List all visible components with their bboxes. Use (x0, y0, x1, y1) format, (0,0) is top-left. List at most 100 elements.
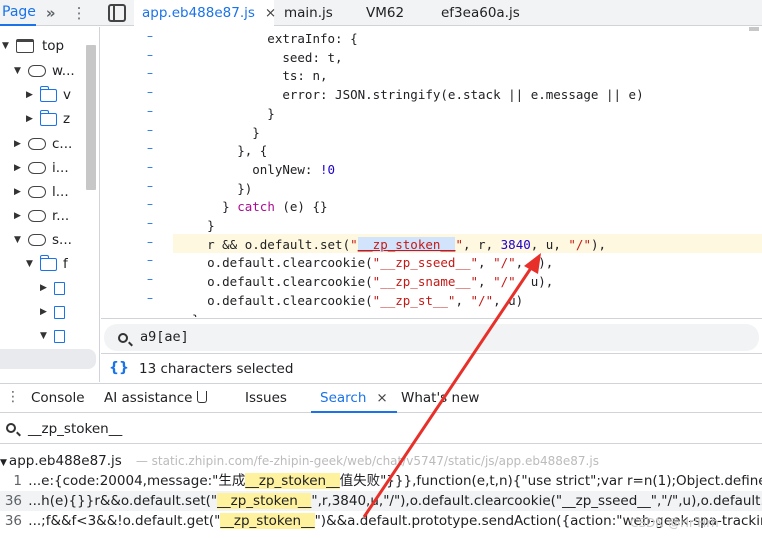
file-tab-vm62[interactable]: VM62 (366, 0, 404, 26)
tree-item-domain[interactable]: ▶ c... (14, 133, 72, 155)
tree-item-domain[interactable]: ▶ r... (14, 205, 69, 227)
folder-icon (39, 85, 57, 102)
expand-arrow-icon[interactable]: ▶ (40, 307, 50, 317)
top-tab-bar: Page » ⋮ app.eb488e87.js × main.js VM62 e… (0, 0, 762, 26)
tree-item-label: c... (52, 136, 73, 152)
code-line: o.default.clearcookie("__zp_st__", "/", … (177, 292, 524, 308)
pretty-print-icon[interactable]: {} (109, 360, 129, 376)
gutter-mark[interactable]: – (147, 291, 153, 305)
result-text: ...e:{code:20004,message:"生成 (24, 473, 246, 489)
expand-arrow-icon[interactable]: ▼ (40, 331, 50, 341)
expand-arrow-icon[interactable]: ▼ (2, 41, 12, 51)
editor-status-bar: {} 13 characters selected (101, 355, 762, 383)
tree-item-label: s... (52, 232, 72, 248)
gutter-mark[interactable]: – (147, 123, 153, 137)
expand-arrow-icon[interactable]: ▼ (14, 235, 24, 245)
gutter-mark[interactable]: – (147, 310, 153, 318)
file-tab-ef3ea60a[interactable]: ef3ea60a.js (441, 0, 520, 26)
sidebar-selected-row[interactable] (0, 349, 96, 369)
tree-item-folder[interactable]: ▶ v (26, 84, 71, 106)
gutter-mark[interactable]: – (147, 66, 153, 80)
result-file-name: app.eb488e87.js (8, 453, 122, 469)
tree-item-domain[interactable]: ▶ l... (14, 181, 69, 203)
tree-item-file[interactable]: ▼ (40, 325, 69, 347)
tab-search[interactable]: Search × (311, 384, 397, 413)
gutter-mark[interactable]: – (147, 48, 153, 62)
tab-console[interactable]: Console (31, 384, 85, 413)
tab-page[interactable]: Page (0, 0, 36, 26)
code-line: } (177, 218, 215, 233)
tree-item-domain[interactable]: ▼ w... (14, 60, 75, 82)
expand-arrow-icon[interactable]: ▶ (14, 163, 24, 173)
expand-arrow-icon[interactable]: ▶ (14, 187, 24, 197)
tree-item-domain[interactable]: ▼ s... (14, 229, 72, 251)
code-line: o.default.clearcookie("__zp_sname__", "/… (177, 274, 554, 290)
drawer-menu-icon[interactable]: ⋮ (6, 389, 20, 405)
gutter-mark[interactable]: – (147, 235, 153, 249)
gutter-mark[interactable]: – (147, 253, 153, 267)
tree-item-top[interactable]: ▼ top (2, 35, 64, 57)
more-tabs-icon[interactable]: » (46, 4, 56, 22)
code-line: r && o.default.set("__zp_stoken__", r, 3… (177, 236, 607, 252)
tree-item-file[interactable]: ▶ (40, 301, 69, 323)
editor-scrollbar[interactable] (749, 27, 759, 31)
file-navigator: ▼ top ▼ w... ▶ v ▶ z ▶ c... ▶ i... ▶ l... ▶ r...… (0, 27, 100, 382)
code-line: } catch (e) {} (177, 199, 328, 215)
file-icon (54, 329, 65, 343)
gutter-mark[interactable]: – (147, 179, 153, 193)
expand-arrow-icon[interactable]: ▶ (26, 114, 36, 124)
kebab-menu-icon[interactable]: ⋮ (72, 4, 87, 22)
expand-arrow-icon[interactable]: ▼ (0, 458, 7, 468)
find-input[interactable]: a9[ae] (104, 324, 759, 351)
tab-label: What's new (401, 390, 480, 406)
gutter-mark[interactable]: – (147, 216, 153, 230)
file-tab-main[interactable]: main.js (284, 0, 333, 26)
result-text: ...;f&&f<3&&!o.default.get(" (24, 513, 221, 529)
tree-item-folder[interactable]: ▼ f (26, 253, 68, 275)
tree-item-label: l... (52, 184, 69, 200)
file-tab-label: ef3ea60a.js (441, 5, 520, 21)
drawer-tab-bar: ⋮ Console AI assistance Issues Search × W… (0, 383, 762, 413)
gutter-mark[interactable]: – (147, 141, 153, 155)
code-line: seed: t, (177, 49, 343, 65)
search-result-line[interactable]: 36 ...h(e){}}r&&o.default.set("__zp_stok… (0, 491, 762, 511)
tree-item-domain[interactable]: ▶ i... (14, 157, 69, 179)
cloud-icon (28, 162, 46, 174)
gutter-mark[interactable]: – (147, 85, 153, 99)
file-tab-app[interactable]: app.eb488e87.js × (134, 0, 276, 26)
close-icon[interactable]: × (376, 390, 387, 406)
search-result-line[interactable]: 1 ...e:{code:20004,message:"生成__zp_stoke… (0, 471, 762, 491)
sidebar-scrollbar[interactable] (86, 45, 96, 190)
close-icon[interactable]: × (265, 5, 276, 21)
tab-issues[interactable]: Issues (245, 384, 287, 413)
code-line: } (177, 105, 275, 121)
expand-arrow-icon[interactable]: ▼ (14, 66, 24, 76)
result-line-number: 1 (13, 473, 22, 489)
expand-arrow-icon[interactable]: ▼ (26, 259, 36, 269)
file-tab-label: app.eb488e87.js (142, 5, 255, 21)
folder-icon (39, 254, 57, 271)
tree-item-file[interactable]: ▶ (40, 277, 69, 299)
line-gutter: – – – – – – – – – – – – – – – – (101, 27, 171, 317)
gutter-mark[interactable]: – (147, 272, 153, 286)
gutter-mark[interactable]: – (147, 197, 153, 211)
selection-status: 13 characters selected (139, 361, 294, 377)
gutter-mark[interactable]: – (147, 29, 153, 43)
expand-arrow-icon[interactable]: ▶ (26, 90, 36, 100)
expand-arrow-icon[interactable]: ▶ (14, 211, 24, 221)
gutter-mark[interactable]: – (147, 104, 153, 118)
cloud-icon (28, 138, 46, 150)
tab-ai-assistance[interactable]: AI assistance (104, 384, 208, 413)
result-match: __zp_stoken__ (217, 493, 312, 509)
expand-arrow-icon[interactable]: ▶ (14, 139, 24, 149)
tab-whats-new[interactable]: What's new (401, 384, 479, 413)
tree-item-folder[interactable]: ▶ z (26, 108, 70, 130)
search-input-row[interactable]: __zp_stoken__ (0, 414, 762, 444)
code-line: extraInfo: { (177, 31, 358, 46)
tree-item-label: w... (52, 63, 75, 79)
expand-arrow-icon[interactable]: ▶ (40, 283, 50, 293)
gutter-mark[interactable]: – (147, 160, 153, 174)
code-editor[interactable]: – – – – – – – – – – – – – – – – extraInfo: { seed: t, t… (101, 27, 762, 317)
toggle-sidebar-icon[interactable] (108, 4, 126, 22)
result-file-header[interactable]: ▼ app.eb488e87.js — static.zhipin.com/fe-z… (0, 453, 599, 471)
